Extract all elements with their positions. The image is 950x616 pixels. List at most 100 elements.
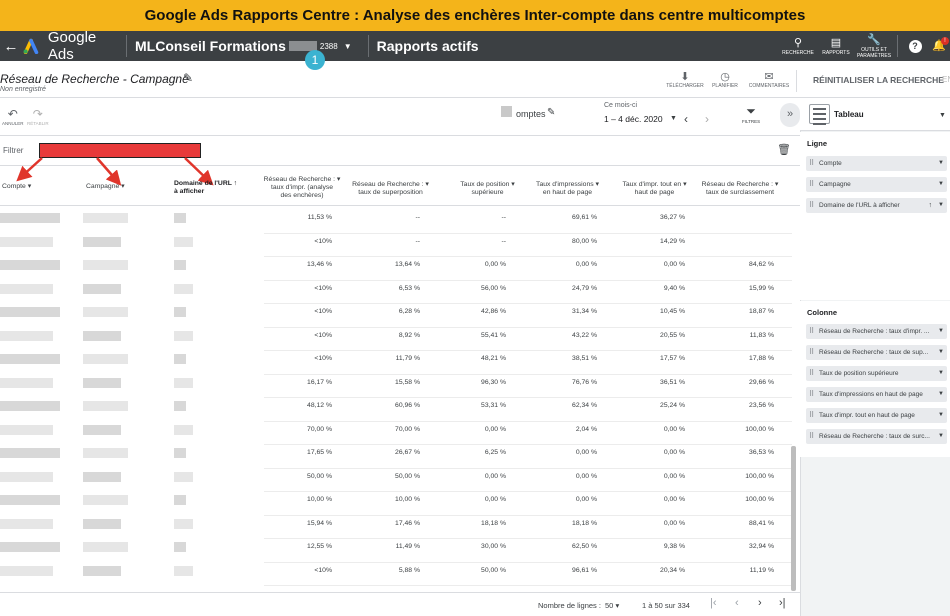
table-cell: 13,46 % xyxy=(307,261,332,268)
header-line: Réseau de Recherche : xyxy=(352,181,424,188)
chevron-down-icon[interactable]: ▼ xyxy=(938,429,944,444)
top-navigation-bar: ← Google Ads MLConseil Formations 2388 ▼… xyxy=(0,29,950,63)
trash-icon[interactable]: 🗑 xyxy=(777,143,791,156)
chevron-down-icon[interactable]: ▼ xyxy=(938,177,944,192)
chevron-down-icon: ▾ xyxy=(615,601,620,610)
chevron-down-icon[interactable]: ▼ xyxy=(670,115,677,122)
dimension-chip[interactable]: ⠿ Réseau de Recherche : taux de sup... ▼ xyxy=(806,345,947,360)
table-cell: 100,00 % xyxy=(745,496,774,503)
chevron-down-icon[interactable]: ▼ xyxy=(938,366,944,381)
collapse-panel-button[interactable]: » xyxy=(780,103,800,127)
edit-comptes-pencil-icon[interactable]: ✎ xyxy=(547,107,555,118)
next-page-icon[interactable]: › xyxy=(758,597,762,609)
tools-button[interactable]: 🔧 OUTILS ET PARAMÈTRES xyxy=(855,33,893,59)
sort-caret-icon: ▾ xyxy=(121,183,125,190)
drag-handle-icon[interactable]: ⠿ xyxy=(809,177,814,192)
drag-handle-icon[interactable]: ⠿ xyxy=(809,429,814,444)
drag-handle-icon[interactable]: ⠿ xyxy=(809,198,814,213)
column-header-overlap-rate[interactable]: Réseau de Recherche : ▾ taux de superposi… xyxy=(348,181,433,219)
chevron-down-icon[interactable]: ▼ xyxy=(938,156,944,171)
dimension-chip[interactable]: ⠿ Réseau de Recherche : taux d'impr. ... ▼ xyxy=(806,324,947,339)
blurred-compte-cell xyxy=(0,495,60,505)
drag-handle-icon[interactable]: ⠿ xyxy=(809,366,814,381)
reports-button[interactable]: ▤ RAPPORTS xyxy=(817,36,855,56)
table-cell: 11,53 % xyxy=(307,214,332,221)
help-button[interactable]: ? xyxy=(902,39,928,53)
truncated-action-label[interactable]: EN xyxy=(942,75,950,84)
edit-title-pencil-icon[interactable]: ✎ xyxy=(183,71,193,85)
chevron-down-icon[interactable]: ▼ xyxy=(938,345,944,360)
dimension-chip[interactable]: ⠿ Taux d'impressions en haut de page ▼ xyxy=(806,387,947,402)
drag-handle-icon[interactable]: ⠿ xyxy=(809,408,814,423)
table-cell: 17,88 % xyxy=(749,355,774,362)
google-ads-logo[interactable]: Google Ads xyxy=(22,29,118,63)
blurred-campagne-cell xyxy=(83,542,128,552)
drag-handle-icon[interactable]: ⠿ xyxy=(809,324,814,339)
dimension-chip[interactable]: ⠿ Campagne ▼ xyxy=(806,177,947,192)
reset-search-button[interactable]: RÉINITIALISER LA RECHERCHE xyxy=(813,75,944,85)
schedule-button[interactable]: ◷ PLANIFIER xyxy=(700,70,750,89)
header-line: taux de superposition xyxy=(358,189,423,196)
row-divider xyxy=(264,420,792,422)
table-cell: 0,00 % xyxy=(575,496,597,503)
notification-badge: ! xyxy=(941,37,949,45)
vertical-scrollbar[interactable] xyxy=(791,446,796,591)
last-page-icon[interactable]: ›| xyxy=(779,597,786,609)
drag-handle-icon[interactable]: ⠿ xyxy=(809,387,814,402)
blurred-campagne-cell xyxy=(83,495,128,505)
table-cell: 14,29 % xyxy=(660,237,685,245)
reports-label: RAPPORTS xyxy=(822,50,850,56)
table-cell: 38,51 % xyxy=(572,355,597,362)
dimension-chip[interactable]: ⠿ Taux d'impr. tout en haut de page ▼ xyxy=(806,408,947,423)
report-title[interactable]: Réseau de Recherche - Campagne xyxy=(0,72,189,86)
column-header-top-position-rate[interactable]: Taux de position ▾ supérieure xyxy=(450,181,525,219)
table-cell: 20,55 % xyxy=(660,331,685,339)
notifications-button[interactable]: 🔔 ! xyxy=(928,37,950,53)
previous-period-chevron-icon[interactable]: ‹ xyxy=(684,112,688,126)
header-line: Réseau de Recherche : xyxy=(701,181,774,188)
rows-per-page-select[interactable]: 50 ▾ xyxy=(605,601,619,610)
blurred-compte-cell xyxy=(0,518,53,529)
row-divider xyxy=(264,303,792,304)
chip-label: Domaine de l'URL à afficher xyxy=(819,202,900,209)
blurred-compte-cell xyxy=(0,236,53,247)
search-button[interactable]: ⚲ RECHERCHE xyxy=(779,36,817,56)
header-line: Taux d'impressions xyxy=(536,181,594,188)
table-cell: 80,00 % xyxy=(572,237,597,245)
dimension-chip[interactable]: ⠿ Taux de position supérieure ▼ xyxy=(806,366,947,381)
table-cell: 2,04 % xyxy=(575,425,597,433)
chevron-down-icon[interactable]: ▼ xyxy=(939,112,946,119)
redo-button[interactable]: ↷ RÉTABLIR xyxy=(27,107,49,126)
blurred-domain-cell xyxy=(174,354,186,364)
tools-icon: 🔧 xyxy=(867,34,881,46)
dimension-chip[interactable]: ⠿ Réseau de Recherche : taux de surc... ▼ xyxy=(806,429,947,444)
blurred-campagne-cell xyxy=(83,213,128,223)
blurred-compte-cell xyxy=(0,542,60,552)
drag-handle-icon[interactable]: ⠿ xyxy=(809,156,814,171)
chevron-down-icon[interactable]: ▼ xyxy=(938,408,944,423)
blurred-domain-cell xyxy=(174,471,193,482)
date-range-selector[interactable]: 1 – 4 déc. 2020 xyxy=(604,114,663,124)
chevron-down-icon[interactable]: ▼ xyxy=(938,387,944,402)
chevron-down-icon[interactable]: ▼ xyxy=(938,324,944,339)
table-cell: 30,00 % xyxy=(481,543,506,550)
next-period-chevron-icon[interactable]: › xyxy=(705,112,709,126)
account-name: MLConseil Formations xyxy=(135,38,286,54)
drag-handle-icon[interactable]: ⠿ xyxy=(809,345,814,360)
table-cell: 50,00 % xyxy=(481,566,506,574)
undo-button[interactable]: ↶ ANNULER xyxy=(2,107,24,126)
column-header-outranking-rate[interactable]: Réseau de Recherche : ▾ taux de surclasse… xyxy=(700,181,780,219)
filters-button[interactable]: ⏷ FILTRES xyxy=(742,104,760,124)
first-page-icon[interactable]: |‹ xyxy=(710,597,717,609)
comments-button[interactable]: ✉ COMMENTAIRES xyxy=(744,70,794,89)
blurred-compte-cell xyxy=(0,307,60,317)
sort-up-arrow-icon[interactable]: ↑ xyxy=(929,198,933,213)
table-cell: 50,00 % xyxy=(395,472,420,480)
dimension-chip[interactable]: ⠿ Compte ▼ xyxy=(806,156,947,171)
back-arrow-icon[interactable]: ← xyxy=(0,38,22,55)
dimension-chip[interactable]: ⠿ Domaine de l'URL à afficher ↑ ▼ xyxy=(806,198,947,213)
previous-page-icon[interactable]: ‹ xyxy=(735,597,739,609)
chevron-down-icon[interactable]: ▼ xyxy=(938,198,944,213)
column-header-impr-rate[interactable]: Réseau de Recherche : ▾ taux d'impr. (ana… xyxy=(262,176,342,214)
blurred-campagne-cell xyxy=(83,283,121,294)
